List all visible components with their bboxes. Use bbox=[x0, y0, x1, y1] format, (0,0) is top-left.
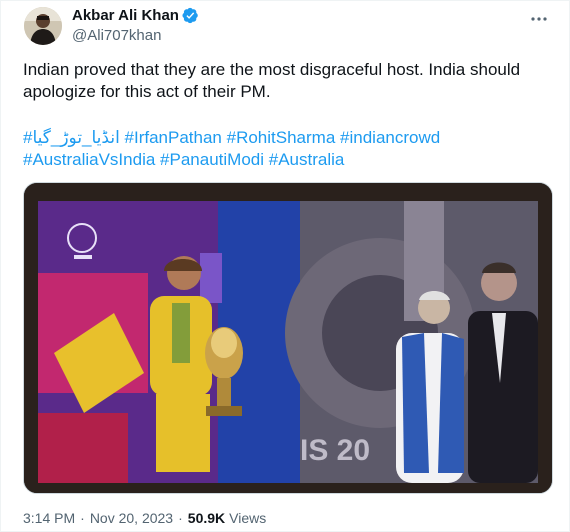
hashtag-link[interactable]: #PanautiModi bbox=[160, 150, 264, 169]
tweet-metadata: 3:14 PM · Nov 20, 2023 · 50.9K Views bbox=[23, 510, 266, 526]
avatar[interactable] bbox=[24, 7, 62, 45]
more-options-button[interactable] bbox=[529, 9, 549, 29]
hashtag-link[interactable]: #IrfanPathan bbox=[125, 128, 222, 147]
tweet-media-video[interactable]: IS 20 bbox=[23, 182, 553, 494]
hashtag-link[interactable]: #indiancrowd bbox=[340, 128, 440, 147]
video-still-image: IS 20 bbox=[24, 183, 552, 493]
tweet-time[interactable]: 3:14 PM bbox=[23, 510, 75, 526]
author-display-name[interactable]: Akbar Ali Khan bbox=[72, 7, 179, 24]
hashtag-link[interactable]: #RohitSharma bbox=[227, 128, 336, 147]
hashtag-list: #انڈیا_توڑ_گیا #IrfanPathan #RohitSharma… bbox=[23, 127, 543, 171]
author-name-row: Akbar Ali Khan bbox=[72, 7, 199, 24]
separator-dot: · bbox=[178, 510, 183, 526]
views-count[interactable]: 50.9K bbox=[188, 510, 225, 526]
separator-dot: · bbox=[80, 510, 85, 526]
user-avatar-image bbox=[24, 7, 62, 45]
hashtag-link[interactable]: #AustraliaVsIndia bbox=[23, 150, 155, 169]
tweet-date[interactable]: Nov 20, 2023 bbox=[90, 510, 173, 526]
views-label: Views bbox=[229, 510, 267, 526]
tweet-text: Indian proved that they are the most dis… bbox=[23, 60, 521, 101]
hashtag-link[interactable]: #انڈیا_توڑ_گیا bbox=[23, 128, 120, 147]
hashtag-link[interactable]: #Australia bbox=[269, 150, 345, 169]
stage-overlay-text: IS 20 bbox=[300, 434, 370, 467]
author-handle[interactable]: @Ali707khan bbox=[72, 27, 161, 44]
verified-badge-icon bbox=[182, 7, 199, 24]
more-horizontal-icon bbox=[531, 17, 547, 21]
tweet-card: Akbar Ali Khan @Ali707khan Indian proved… bbox=[0, 0, 570, 532]
